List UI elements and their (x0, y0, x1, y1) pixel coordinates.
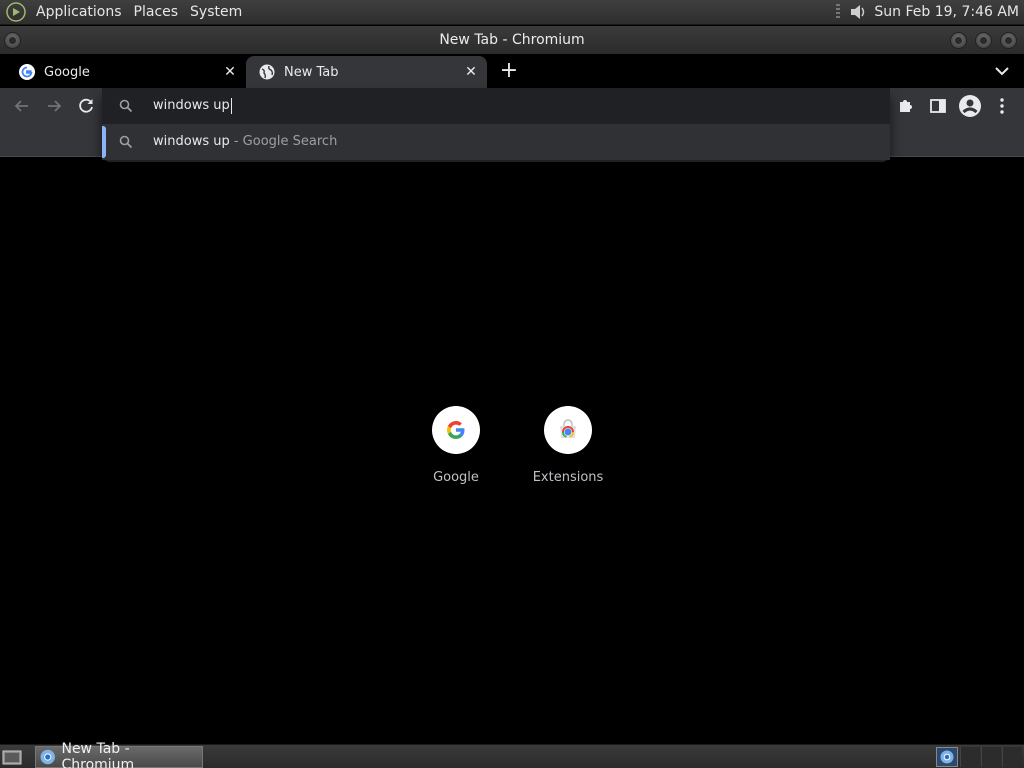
omnibox-suggestion[interactable]: windows up - Google Search (102, 124, 890, 160)
chromium-icon (940, 750, 954, 764)
chrome-web-store-icon (560, 419, 576, 438)
workspace-switcher-3[interactable] (981, 747, 1001, 767)
suggestion-description: - Google Search (229, 134, 338, 149)
workspace-switcher-1[interactable] (936, 747, 958, 767)
tab-strip: Google ✕ New Tab ✕ + (0, 54, 1024, 88)
system-menu[interactable]: System (188, 4, 244, 20)
applications-menu[interactable]: Applications (34, 4, 124, 20)
tab-google[interactable]: Google ✕ (0, 56, 246, 88)
top-panel: Applications Places System Sun Feb 19, 7… (0, 0, 1024, 25)
google-g-icon (447, 421, 465, 439)
profile-avatar-icon[interactable] (958, 94, 982, 118)
distro-logo-icon[interactable] (6, 2, 26, 22)
tab-title: Google (44, 64, 90, 80)
omnibox-text: windows up (153, 97, 232, 115)
back-arrow-icon[interactable] (12, 96, 32, 116)
taskbar-item-chromium[interactable]: New Tab - Chromium (35, 741, 203, 768)
suggestion-text: windows up - Google Search (153, 133, 337, 151)
close-window-button[interactable] (1000, 32, 1017, 49)
minimize-button[interactable] (950, 32, 967, 49)
reload-icon[interactable] (76, 96, 96, 116)
new-tab-button[interactable]: + (498, 60, 520, 83)
bottom-panel: New Tab - Chromium (0, 741, 1024, 768)
search-icon (119, 99, 133, 113)
window-menu-button[interactable] (4, 32, 21, 49)
workspace-switcher-2[interactable] (960, 747, 980, 767)
workspace-switcher-4[interactable] (1002, 747, 1022, 767)
panel-clock[interactable]: Sun Feb 19, 7:46 AM (874, 4, 1019, 20)
more-vert-icon[interactable] (992, 96, 1012, 116)
selection-indicator (102, 126, 106, 158)
shortcut-label: Extensions (532, 470, 604, 485)
shortcut-label: Google (433, 470, 479, 485)
places-menu[interactable]: Places (132, 4, 181, 20)
tab-title: New Tab (284, 64, 339, 80)
shortcut-icon-container (432, 406, 480, 454)
search-icon (119, 135, 133, 149)
extensions-puzzle-icon[interactable] (896, 96, 916, 116)
shortcut-icon-container (544, 406, 592, 454)
close-tab-icon[interactable]: ✕ (463, 64, 479, 80)
maximize-button[interactable] (975, 32, 992, 49)
suggestion-query: windows up (153, 134, 230, 149)
omnibox-popup: windows up windows up - Google Search (102, 88, 890, 162)
text-caret (230, 97, 232, 114)
forward-arrow-icon[interactable] (44, 96, 64, 116)
shortcut-extensions[interactable]: Extensions (512, 406, 624, 485)
close-tab-icon[interactable]: ✕ (222, 64, 238, 80)
tab-new-tab[interactable]: New Tab ✕ (246, 56, 487, 88)
globe-icon (259, 64, 275, 80)
volume-icon[interactable] (848, 2, 868, 22)
window-title: New Tab - Chromium (439, 32, 585, 48)
omnibox-value: windows up (153, 98, 230, 113)
show-desktop-icon[interactable] (2, 748, 22, 766)
google-g-icon (19, 64, 35, 80)
chevron-down-icon[interactable] (992, 63, 1012, 79)
chromium-icon (40, 749, 55, 765)
shortcut-google[interactable]: Google (400, 406, 512, 485)
window-titlebar[interactable]: New Tab - Chromium (0, 26, 1024, 54)
taskbar-item-label: New Tab - Chromium (61, 741, 135, 768)
panel-drag-handle[interactable] (836, 4, 841, 20)
side-panel-icon[interactable] (928, 96, 948, 116)
omnibox-input[interactable]: windows up (102, 88, 890, 124)
